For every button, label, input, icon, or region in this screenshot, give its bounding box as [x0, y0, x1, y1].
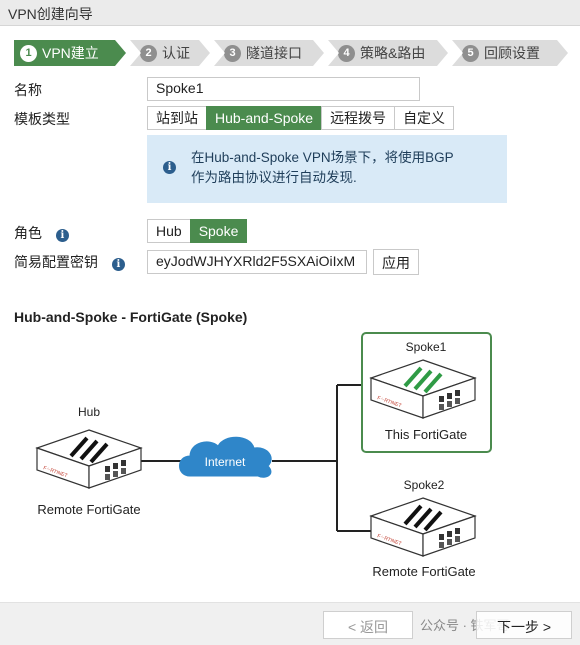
easy-config-key-input[interactable]: eyJodWJHYXRld2F5SXAiOiIxM	[147, 250, 367, 274]
step-label: 策略&路由	[360, 45, 426, 61]
step-label: 隧道接口	[246, 45, 302, 61]
template-option-custom[interactable]: 自定义	[394, 106, 455, 130]
spoke1-label: Spoke1	[406, 340, 447, 354]
step-label: 认证	[162, 45, 190, 61]
wizard-footer: < 返回 公众号 · 铁军哥 下一步 >	[0, 602, 580, 645]
step-number: 4	[338, 45, 355, 62]
apply-button[interactable]: 应用	[373, 249, 419, 275]
role-label: 角色 i	[14, 223, 69, 243]
step-authentication[interactable]: 2 认证	[130, 40, 210, 66]
role-option-spoke[interactable]: Spoke	[189, 219, 248, 243]
hub-caption: Remote FortiGate	[37, 502, 140, 517]
template-option-site-to-site[interactable]: 站到站	[147, 106, 207, 130]
internet-label: Internet	[205, 455, 246, 469]
step-number: 3	[224, 45, 241, 62]
template-option-hub-and-spoke[interactable]: Hub-and-Spoke	[206, 106, 323, 130]
spoke2-label: Spoke2	[404, 478, 445, 492]
name-input[interactable]: Spoke1	[147, 77, 420, 101]
role-label-text: 角色	[14, 225, 42, 241]
spoke1-caption: This FortiGate	[385, 427, 467, 442]
back-button[interactable]: < 返回	[323, 611, 413, 639]
template-type-selector: 站到站 Hub-and-Spoke 远程拨号 自定义	[147, 106, 455, 130]
key-info-icon[interactable]: i	[111, 258, 125, 271]
window-title: VPN创建向导	[0, 0, 580, 26]
template-type-label: 模板类型	[14, 111, 70, 127]
info-icon: i	[163, 161, 176, 174]
step-review[interactable]: 5 回顾设置	[452, 40, 568, 66]
role-info-icon[interactable]: i	[55, 229, 69, 242]
step-label: VPN建立	[42, 45, 99, 61]
hub-device-icon: F⁘RTINET	[36, 429, 142, 489]
spoke2-device-icon: F⁘RTINET	[370, 497, 476, 557]
step-number: 5	[462, 45, 479, 62]
step-vpn-setup[interactable]: 1 VPN建立	[14, 40, 126, 66]
step-label: 回顾设置	[484, 45, 540, 61]
hub-label: Hub	[78, 405, 100, 419]
name-label: 名称	[14, 82, 42, 98]
easy-config-key-label-text: 简易配置密钥	[14, 254, 98, 270]
info-text-line1: 在Hub-and-Spoke VPN场景下，将使用BGP	[191, 150, 454, 165]
step-policy-routing[interactable]: 4 策略&路由	[328, 40, 448, 66]
role-selector: Hub Spoke	[147, 219, 248, 243]
wizard-steps: 1 VPN建立 2 认证 3 隧道接口 4 策略&路由 5 回顾设置	[14, 40, 574, 66]
info-message: i 在Hub-and-Spoke VPN场景下，将使用BGP 作为路由协议进行自…	[147, 135, 507, 203]
topology-diagram: F⁘RTINET Hub Remote FortiGate Internet S…	[36, 332, 492, 579]
step-number: 1	[20, 45, 37, 62]
info-text-line2: 作为路由协议进行自动发现.	[191, 170, 357, 185]
step-number: 2	[140, 45, 157, 62]
diagram-title: Hub-and-Spoke - FortiGate (Spoke)	[14, 309, 248, 325]
next-button[interactable]: 下一步 >	[476, 611, 572, 639]
role-option-hub[interactable]: Hub	[147, 219, 191, 243]
step-tunnel-interface[interactable]: 3 隧道接口	[214, 40, 324, 66]
spoke2-caption: Remote FortiGate	[372, 564, 475, 579]
easy-config-key-label: 简易配置密钥 i	[14, 252, 125, 272]
template-option-remote-access[interactable]: 远程拨号	[321, 106, 396, 130]
